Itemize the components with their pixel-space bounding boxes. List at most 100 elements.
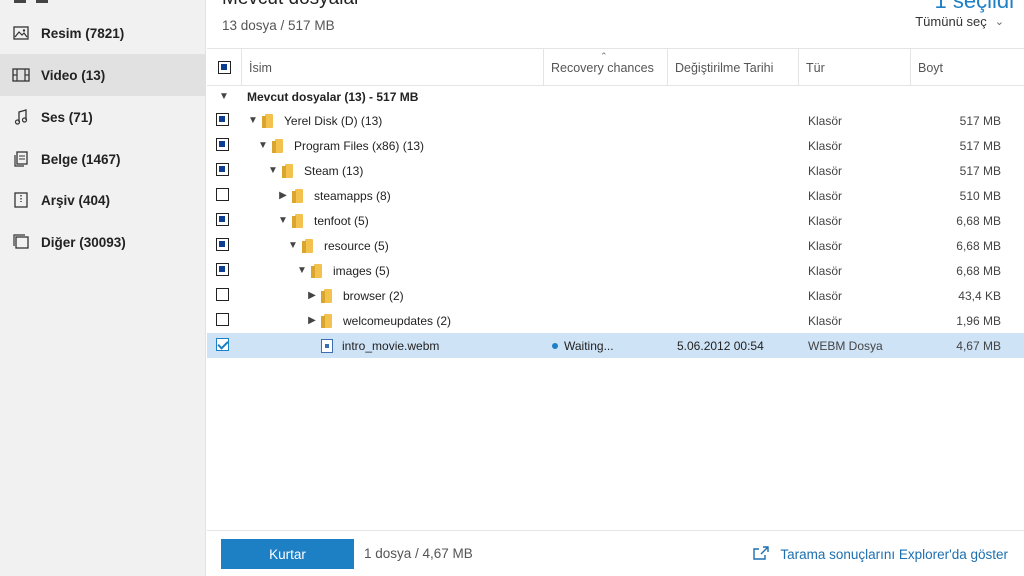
sidebar-item-other[interactable]: Diğer (30093) bbox=[0, 221, 206, 263]
table-row[interactable]: ▼ resource (5) Klasör 6,68 MB bbox=[207, 233, 1024, 258]
film-icon bbox=[12, 66, 30, 84]
sidebar-item-label: Video (13) bbox=[41, 67, 106, 83]
column-size-label: Boyt bbox=[918, 60, 944, 75]
sidebar-item-label: Resim (7821) bbox=[41, 25, 125, 41]
column-name[interactable]: İsim bbox=[241, 49, 543, 86]
music-note-icon bbox=[12, 108, 30, 126]
row-size: 517 MB bbox=[959, 113, 1001, 128]
sidebar-item-images[interactable]: Resim (7821) bbox=[0, 12, 206, 54]
chevron-down-icon: ⌄ bbox=[994, 16, 1004, 28]
sidebar-item-documents[interactable]: Belge (1467) bbox=[0, 138, 206, 180]
video-file-icon bbox=[321, 338, 333, 353]
show-in-explorer-link[interactable]: Tarama sonuçlarını Explorer'da göster bbox=[752, 545, 1008, 564]
table-row[interactable]: ▼ tenfoot (5) Klasör 6,68 MB bbox=[207, 208, 1024, 233]
select-all-checkbox[interactable] bbox=[217, 61, 231, 74]
sidebar-clipped-item bbox=[14, 0, 134, 4]
table-row[interactable]: ▶ steamapps (8) Klasör 510 MB bbox=[207, 183, 1024, 208]
collapse-arrow-icon[interactable]: ▼ bbox=[218, 91, 230, 102]
selected-count: 1 seçildi bbox=[934, 0, 1014, 13]
folder-icon bbox=[302, 238, 314, 253]
expand-arrow-icon[interactable]: ▼ bbox=[296, 265, 308, 276]
group-row[interactable]: ▼ Mevcut dosyalar (13) - 517 MB bbox=[207, 84, 1024, 109]
row-type: Klasör bbox=[808, 288, 843, 303]
row-name: Program Files (x86) (13) bbox=[294, 138, 425, 153]
sidebar-item-video[interactable]: Video (13) bbox=[0, 54, 206, 96]
header-checkbox-cell[interactable] bbox=[207, 49, 241, 86]
row-checkbox[interactable] bbox=[216, 163, 229, 176]
table-row[interactable]: ▼ images (5) Klasör 6,68 MB bbox=[207, 258, 1024, 283]
document-icon bbox=[12, 150, 30, 168]
sidebar-item-archives[interactable]: Arşiv (404) bbox=[0, 179, 206, 221]
row-size: 1,96 MB bbox=[956, 313, 1001, 328]
expand-arrow-icon[interactable]: ▼ bbox=[257, 140, 269, 151]
table-header: İsim Recovery chances Değiştirilme Tarih… bbox=[207, 48, 1024, 86]
app-window: Resim (7821) Video (13) Ses (71) Belge (… bbox=[0, 0, 1024, 576]
row-size: 510 MB bbox=[959, 188, 1001, 203]
selection-info: 1 dosya / 4,67 MB bbox=[364, 546, 473, 561]
status-dot-icon bbox=[552, 342, 558, 349]
column-type[interactable]: Tür bbox=[798, 49, 910, 86]
column-name-label: İsim bbox=[249, 60, 272, 75]
group-label: Mevcut dosyalar (13) - 517 MB bbox=[247, 89, 419, 104]
column-date[interactable]: Değiştirilme Tarihi bbox=[667, 49, 798, 86]
row-date: 5.06.2012 00:54 bbox=[677, 338, 764, 353]
select-all-dropdown[interactable]: Tümünü seç ⌄ bbox=[915, 14, 1004, 29]
folder-icon bbox=[321, 288, 333, 303]
row-checkbox[interactable] bbox=[216, 213, 229, 226]
column-type-label: Tür bbox=[806, 60, 825, 75]
row-type: Klasör bbox=[808, 263, 843, 278]
row-checkbox[interactable] bbox=[216, 263, 229, 276]
folder-icon bbox=[262, 113, 274, 128]
expand-arrow-icon[interactable]: ▶ bbox=[277, 190, 289, 201]
row-checkbox[interactable] bbox=[216, 313, 229, 326]
external-link-icon bbox=[752, 545, 770, 564]
image-icon bbox=[12, 24, 30, 42]
table-row[interactable]: ▼ Program Files (x86) (13) Klasör 517 MB bbox=[207, 133, 1024, 158]
other-icon bbox=[12, 233, 30, 251]
row-type: Klasör bbox=[808, 113, 843, 128]
row-type: Klasör bbox=[808, 313, 843, 328]
row-size: 517 MB bbox=[959, 138, 1001, 153]
row-size: 517 MB bbox=[959, 163, 1001, 178]
table-row-selected[interactable]: intro_movie.webm Waiting... 5.06.2012 00… bbox=[207, 333, 1024, 358]
folder-icon bbox=[282, 163, 294, 178]
column-recovery-label: Recovery chances bbox=[551, 60, 654, 75]
row-name: Steam (13) bbox=[304, 163, 364, 178]
row-checkbox[interactable] bbox=[216, 188, 229, 201]
sidebar: Resim (7821) Video (13) Ses (71) Belge (… bbox=[0, 0, 206, 576]
folder-icon bbox=[292, 213, 304, 228]
row-name: Yerel Disk (D) (13) bbox=[284, 113, 383, 128]
table-row[interactable]: ▶ welcomeupdates (2) Klasör 1,96 MB bbox=[207, 308, 1024, 333]
row-checkbox[interactable] bbox=[216, 238, 229, 251]
row-type: Klasör bbox=[808, 238, 843, 253]
folder-icon bbox=[321, 313, 333, 328]
footer-bar: Kurtar 1 dosya / 4,67 MB Tarama sonuçlar… bbox=[207, 530, 1024, 576]
row-checkbox[interactable] bbox=[216, 138, 229, 151]
row-name: resource (5) bbox=[324, 238, 389, 253]
table-row[interactable]: ▼ Yerel Disk (D) (13) Klasör 517 MB bbox=[207, 108, 1024, 133]
recover-button[interactable]: Kurtar bbox=[221, 539, 354, 569]
main-panel: Mevcut dosyalar 13 dosya / 517 MB 1 seçi… bbox=[207, 0, 1024, 576]
row-recovery: Waiting... bbox=[552, 333, 614, 358]
row-name: intro_movie.webm bbox=[342, 338, 440, 353]
row-name: browser (2) bbox=[343, 288, 404, 303]
row-checkbox[interactable] bbox=[216, 338, 229, 351]
row-type: Klasör bbox=[808, 188, 843, 203]
expand-arrow-icon[interactable]: ▼ bbox=[247, 115, 259, 126]
expand-arrow-icon[interactable]: ▼ bbox=[267, 165, 279, 176]
sidebar-item-audio[interactable]: Ses (71) bbox=[0, 96, 206, 138]
row-checkbox[interactable] bbox=[216, 288, 229, 301]
column-size[interactable]: Boyt bbox=[910, 49, 1024, 86]
row-type: WEBM Dosya bbox=[808, 338, 883, 353]
row-name: images (5) bbox=[333, 263, 390, 278]
row-checkbox[interactable] bbox=[216, 113, 229, 126]
expand-arrow-icon[interactable]: ▶ bbox=[306, 290, 318, 301]
expand-arrow-icon[interactable]: ▶ bbox=[306, 315, 318, 326]
select-all-label: Tümünü seç bbox=[915, 14, 987, 29]
table-row[interactable]: ▼ Steam (13) Klasör 517 MB bbox=[207, 158, 1024, 183]
expand-arrow-icon[interactable]: ▼ bbox=[287, 240, 299, 251]
sidebar-item-label: Diğer (30093) bbox=[41, 234, 126, 250]
expand-arrow-icon[interactable]: ▼ bbox=[277, 215, 289, 226]
table-row[interactable]: ▶ browser (2) Klasör 43,4 KB bbox=[207, 283, 1024, 308]
column-date-label: Değiştirilme Tarihi bbox=[675, 60, 774, 75]
